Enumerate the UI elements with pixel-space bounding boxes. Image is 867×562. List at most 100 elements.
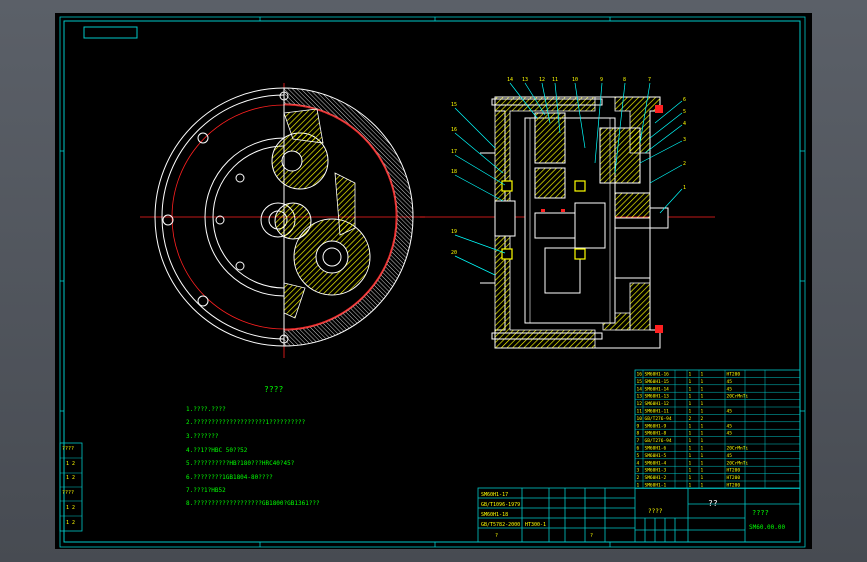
parts-list-cell: 1 bbox=[701, 423, 704, 429]
parts-list-cell: 1 bbox=[701, 386, 704, 392]
parts-list-cell: 1 bbox=[701, 372, 704, 378]
callout-label: 12 bbox=[539, 77, 545, 83]
parts-list-cell: SM60H1-13 bbox=[645, 394, 670, 400]
technical-notes: ???? 1.????.???? 2.????????????????????1… bbox=[186, 385, 320, 507]
parts-list-cell: 1 bbox=[689, 431, 692, 437]
parts-list-cell: 16 bbox=[637, 372, 643, 378]
callout-label: 20 bbox=[451, 250, 457, 256]
note-line: 2.????????????????????1?????????? bbox=[186, 419, 306, 426]
callout-label: 6 bbox=[683, 97, 686, 103]
parts-list-cell: 1 bbox=[689, 409, 692, 415]
parts-list-cell: 9 bbox=[637, 423, 640, 429]
parts-list-cell: 20CrMnTi bbox=[727, 460, 749, 466]
title-left-cell: GB/T5782-2000 bbox=[481, 522, 520, 528]
notes-title: ???? bbox=[264, 385, 283, 394]
left-strip-cell: ???? bbox=[62, 490, 74, 496]
title-text: ?? bbox=[708, 499, 718, 508]
parts-list-cell: 1 bbox=[701, 431, 704, 437]
callout-label: 7 bbox=[648, 77, 651, 83]
parts-list-cell: SM60H1-12 bbox=[645, 401, 670, 407]
parts-list-cell: SM60H1-11 bbox=[645, 409, 670, 415]
callout-label: 17 bbox=[451, 149, 457, 155]
parts-list-cell: 2 bbox=[637, 475, 640, 481]
parts-list-cell: 1 bbox=[689, 401, 692, 407]
parts-list-cell: 1 bbox=[701, 438, 704, 444]
left-strip-cell: 1 2 bbox=[66, 520, 75, 526]
parts-list-cell: SM60H1-15 bbox=[645, 379, 670, 385]
parts-list-cell: 1 bbox=[701, 394, 704, 400]
callout-label: 13 bbox=[522, 77, 528, 83]
parts-list-cell: HT200 bbox=[727, 475, 741, 481]
parts-list-cell: 10 bbox=[637, 416, 643, 422]
left-strip-cell: ???? bbox=[62, 446, 74, 452]
title-company: ???? bbox=[648, 508, 663, 515]
title-left-cell: HT300-1 bbox=[525, 522, 546, 528]
parts-list-cell: 1 bbox=[689, 453, 692, 459]
parts-list-cell: 1 bbox=[701, 409, 704, 415]
left-strip: ???? 1 2 1 2 ???? 1 2 1 2 bbox=[59, 442, 83, 532]
callout-label: 5 bbox=[683, 109, 686, 115]
callout-label: 9 bbox=[600, 77, 603, 83]
callout-label: 8 bbox=[623, 77, 626, 83]
parts-list-cell: 1 bbox=[689, 438, 692, 444]
parts-list-cell: 5 bbox=[637, 453, 640, 459]
parts-list-cell: SM60H1-6 bbox=[645, 446, 667, 452]
parts-list: 16 SM60H1-16 1 1 HT20015 SM60H1-15 1 1 4514 SM60H… bbox=[634, 369, 801, 489]
title-left-cell: ? bbox=[590, 533, 593, 539]
parts-list-cell: 1 bbox=[701, 453, 704, 459]
note-line: 1.????.???? bbox=[186, 406, 226, 413]
parts-list-cell: 45 bbox=[727, 386, 733, 392]
callout-label: 2 bbox=[683, 161, 686, 167]
zone-ticks bbox=[60, 17, 805, 547]
parts-list-cell: 1 bbox=[689, 423, 692, 429]
parts-list-cell: 1 bbox=[689, 446, 692, 452]
parts-list-cell: SM60H1-2 bbox=[645, 475, 667, 481]
drawing-sheet[interactable]: ???? 1 2 1 2 ???? 1 2 1 2 14 13 12 11 10… bbox=[55, 13, 812, 549]
parts-list-cell: 1 bbox=[689, 460, 692, 466]
title-left-cell: ? bbox=[495, 533, 498, 539]
drawing-frame bbox=[59, 16, 806, 548]
cad-viewport[interactable]: ???? 1 2 1 2 ???? 1 2 1 2 14 13 12 11 10… bbox=[0, 0, 867, 562]
parts-list-cell: 1 bbox=[701, 460, 704, 466]
parts-list-cell: GB/T276-94 bbox=[645, 438, 672, 444]
callout-label: 16 bbox=[451, 127, 457, 133]
parts-list-cell: 20CrMnTi bbox=[727, 446, 749, 452]
parts-list-cell: 3 bbox=[637, 468, 640, 474]
parts-list-cell: 7 bbox=[637, 438, 640, 444]
parts-list-cell: 1 bbox=[689, 372, 692, 378]
parts-list-cell: 1 bbox=[701, 401, 704, 407]
parts-list-cell: 1 bbox=[689, 386, 692, 392]
parts-list-cell: HT200 bbox=[727, 468, 741, 474]
parts-list-cell: 1 bbox=[701, 468, 704, 474]
parts-list-cell: 1 bbox=[701, 475, 704, 481]
parts-list-cell: SM60H1-9 bbox=[645, 423, 667, 429]
callout-label: 3 bbox=[683, 137, 686, 143]
note-line: 4.??1??HBC 50??52 bbox=[186, 447, 248, 454]
face-view bbox=[140, 83, 425, 358]
callout-label: 14 bbox=[507, 77, 513, 83]
callout-label: 11 bbox=[552, 77, 558, 83]
callout-label: 1 bbox=[683, 185, 686, 191]
parts-list-cell: 12 bbox=[637, 401, 643, 407]
title-left-cell: SM60H1-18 bbox=[481, 512, 508, 518]
parts-list-cell: 1 bbox=[701, 379, 704, 385]
parts-list-cell: 1 bbox=[689, 475, 692, 481]
parts-list-cell: 45 bbox=[727, 423, 733, 429]
parts-list-cell: 4 bbox=[637, 460, 640, 466]
left-strip-cell: 1 2 bbox=[66, 505, 75, 511]
callout-label: 10 bbox=[572, 77, 578, 83]
parts-list-cell: SM60H1-4 bbox=[645, 460, 667, 466]
parts-list-cell: SM60H1-14 bbox=[645, 386, 670, 392]
callout-label: 15 bbox=[451, 102, 457, 108]
part-name: ???? bbox=[752, 509, 769, 517]
parts-list-cell: 1 bbox=[689, 468, 692, 474]
parts-list-cell: HT200 bbox=[727, 372, 741, 378]
note-line: 3.??????? bbox=[186, 433, 219, 440]
parts-list-cell: SM60H1-8 bbox=[645, 431, 667, 437]
parts-list-cell: 2 bbox=[689, 416, 692, 422]
parts-list-cell: 15 bbox=[637, 379, 643, 385]
parts-list-cell: GB/T276-94 bbox=[645, 416, 672, 422]
callout-label: 19 bbox=[451, 229, 457, 235]
callout-label: 18 bbox=[451, 169, 457, 175]
note-line: 8.???????????????????GB1800?GB1361??? bbox=[186, 500, 320, 507]
